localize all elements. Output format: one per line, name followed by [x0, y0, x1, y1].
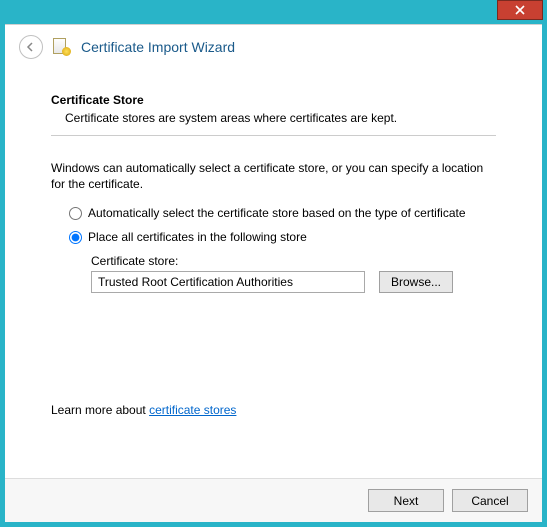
section-heading: Certificate Store	[51, 93, 496, 107]
radio-place-label: Place all certificates in the following …	[88, 230, 307, 244]
store-field-label: Certificate store:	[91, 254, 496, 268]
wizard-window: Certificate Import Wizard Certificate St…	[5, 24, 542, 522]
back-arrow-icon	[25, 41, 37, 53]
wizard-header: Certificate Import Wizard	[5, 25, 542, 67]
wizard-title: Certificate Import Wizard	[81, 39, 235, 55]
browse-button[interactable]: Browse...	[379, 271, 453, 293]
store-row: Browse...	[91, 271, 496, 293]
radio-auto-label: Automatically select the certificate sto…	[88, 206, 466, 220]
learn-more-link[interactable]: certificate stores	[149, 403, 236, 417]
radio-place-input[interactable]	[69, 231, 82, 244]
close-button[interactable]	[497, 0, 543, 20]
wizard-footer: Next Cancel	[5, 478, 542, 522]
titlebar	[0, 0, 547, 24]
radio-auto-select[interactable]: Automatically select the certificate sto…	[69, 206, 496, 220]
certificate-store-input[interactable]	[91, 271, 365, 293]
certificate-wizard-icon	[53, 38, 71, 56]
radio-place-all[interactable]: Place all certificates in the following …	[69, 230, 496, 244]
divider	[51, 135, 496, 136]
section-description: Certificate stores are system areas wher…	[65, 111, 496, 125]
radio-auto-input[interactable]	[69, 207, 82, 220]
intro-text: Windows can automatically select a certi…	[51, 160, 496, 192]
close-icon	[515, 5, 525, 15]
back-button[interactable]	[19, 35, 43, 59]
next-button[interactable]: Next	[368, 489, 444, 512]
cancel-button[interactable]: Cancel	[452, 489, 528, 512]
store-radio-group: Automatically select the certificate sto…	[69, 206, 496, 293]
learn-more-prefix: Learn more about	[51, 403, 149, 417]
wizard-content: Certificate Store Certificate stores are…	[5, 67, 542, 478]
store-block: Certificate store: Browse...	[91, 254, 496, 293]
learn-more: Learn more about certificate stores	[51, 403, 496, 417]
